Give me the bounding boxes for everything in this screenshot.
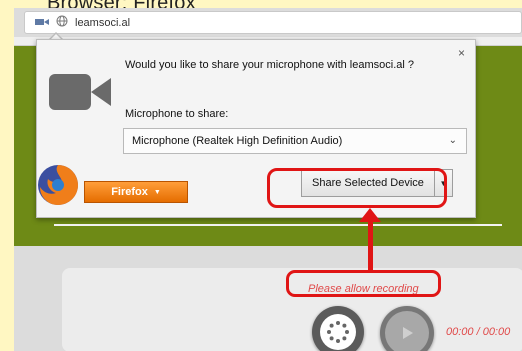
record-button[interactable] xyxy=(312,306,364,351)
annotation-arrow-shaft xyxy=(368,218,373,272)
microphone-select[interactable]: Microphone (Realtek High Definition Audi… xyxy=(123,128,467,154)
annotation-arrow-head xyxy=(359,208,381,222)
url-text[interactable]: leamsoci.al xyxy=(75,17,130,29)
firefox-menu-label: Firefox xyxy=(111,186,148,198)
status-highlight xyxy=(286,270,441,297)
divider-line xyxy=(54,224,502,226)
selected-device: Microphone (Realtek High Definition Audi… xyxy=(132,135,343,147)
play-icon xyxy=(403,327,413,339)
time-display: 00:00 / 00:00 xyxy=(446,326,511,338)
video-camera-small-icon[interactable] xyxy=(35,14,49,32)
globe-icon xyxy=(56,14,68,32)
record-dots-icon xyxy=(327,321,349,343)
chevron-down-icon: ⌄ xyxy=(448,135,457,146)
close-icon[interactable]: × xyxy=(458,46,465,60)
video-camera-icon xyxy=(49,74,111,110)
url-bar[interactable]: leamsoci.al xyxy=(24,11,522,34)
firefox-menu-button[interactable]: Firefox ▼ xyxy=(84,181,188,203)
share-button-highlight xyxy=(267,168,447,208)
caret-down-icon: ▼ xyxy=(153,188,161,196)
firefox-logo-icon xyxy=(38,165,78,205)
play-button-face xyxy=(385,311,429,351)
permission-question: Would you like to share your microphone … xyxy=(125,59,414,71)
play-button[interactable] xyxy=(380,306,434,351)
microphone-label: Microphone to share: xyxy=(125,108,229,120)
record-button-face xyxy=(320,314,356,350)
